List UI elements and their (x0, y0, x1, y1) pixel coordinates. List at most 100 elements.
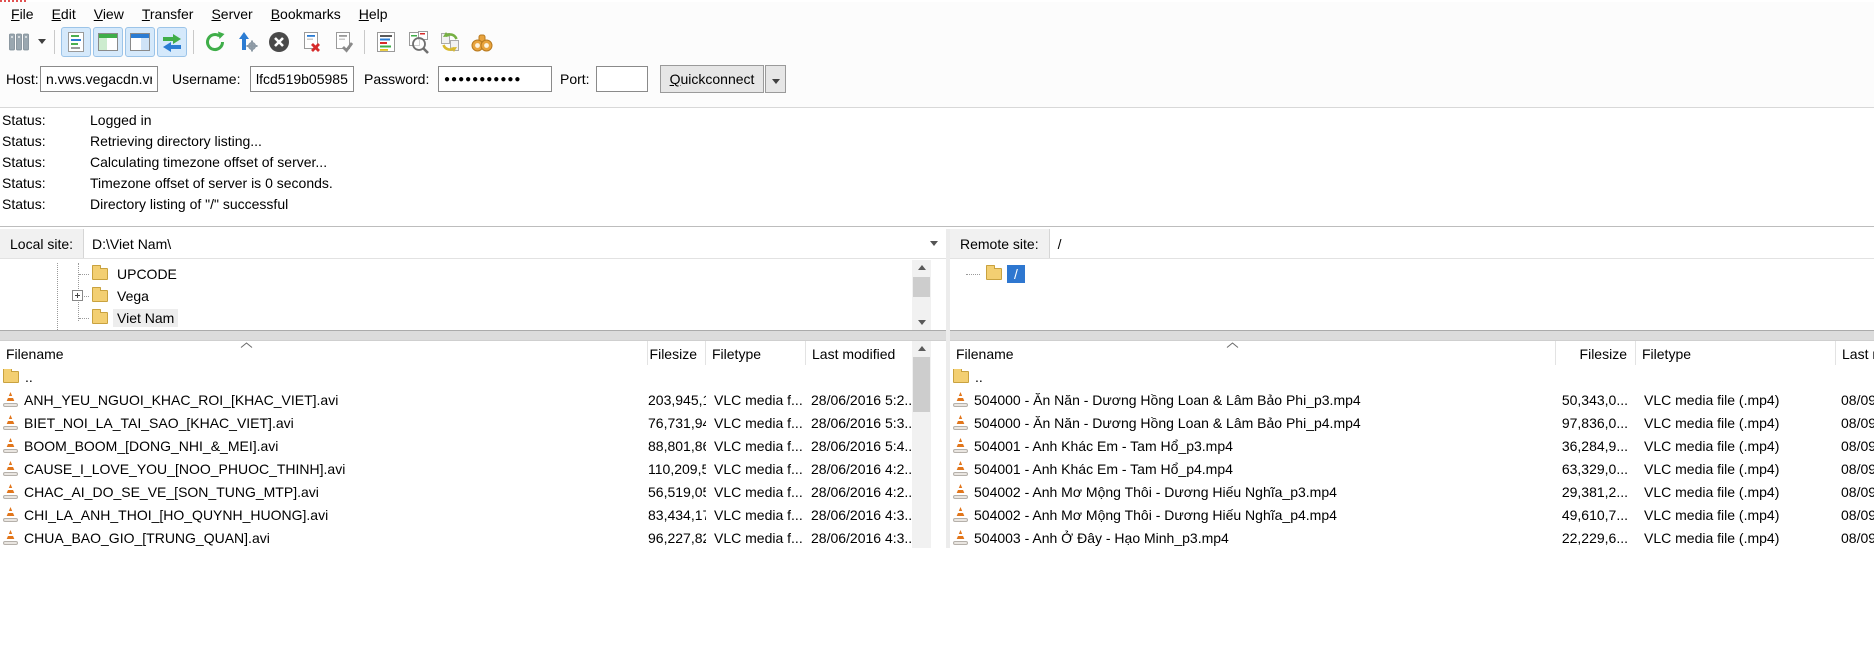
menu-item[interactable]: View (85, 4, 133, 24)
remote-site-bar: Remote site: / (950, 229, 1874, 259)
tree-label[interactable]: / (1007, 265, 1025, 283)
process-queue-button[interactable] (232, 27, 262, 57)
scrollbar-thumb[interactable] (913, 357, 930, 412)
menu-item[interactable]: File (2, 4, 43, 24)
menu-item[interactable]: Help (350, 4, 397, 24)
file-row[interactable]: 504000 - Ăn Năn - Dương Hồng Loan & Lâm … (950, 388, 1874, 411)
directory-listing-filters-button[interactable] (371, 27, 401, 57)
refresh-button[interactable] (200, 27, 230, 57)
column-header-filetype[interactable]: Filetype (1636, 341, 1836, 365)
tree-row[interactable]: UPCODE (0, 263, 946, 285)
file-row[interactable]: 504001 - Anh Khác Em - Tam Hổ_p4.mp4 63,… (950, 457, 1874, 480)
file-row[interactable]: CHUA_BAO_GIO_[TRUNG_QUAN].avi 96,227,822… (0, 526, 946, 548)
scroll-down-icon[interactable] (912, 315, 931, 330)
menu-item[interactable]: Server (202, 4, 261, 24)
file-row[interactable]: 504002 - Anh Mơ Mộng Thôi - Dương Hiếu N… (950, 480, 1874, 503)
status-message: Retrieving directory listing... (90, 131, 262, 152)
file-size: 36,284,9... (1556, 438, 1636, 454)
file-type: VLC media f... (706, 507, 806, 523)
process-queue-icon (235, 30, 259, 54)
disconnect-button[interactable] (296, 27, 326, 57)
vlc-icon (953, 461, 968, 476)
toggle-transfer-queue-button[interactable] (157, 27, 187, 57)
file-row[interactable]: ANH_YEU_NGUOI_KHAC_ROI_[KHAC_VIET].avi 2… (0, 388, 946, 411)
column-header-last-modified[interactable]: Last modified (1836, 341, 1874, 365)
file-size: 29,381,2... (1556, 484, 1636, 500)
file-row[interactable]: .. (0, 365, 946, 388)
username-input[interactable] (250, 66, 354, 92)
password-input[interactable] (438, 66, 552, 92)
quickconnect-bar: Host: Username: Password: Port: Quickcon… (0, 57, 1874, 107)
tree-row[interactable]: Vega (0, 285, 946, 307)
directory-comparison-button[interactable] (403, 27, 433, 57)
scrollbar-thumb[interactable] (913, 277, 930, 297)
expand-plus-icon[interactable] (72, 290, 83, 301)
quickconnect-dropdown[interactable] (765, 65, 786, 93)
find-files-button[interactable] (467, 27, 497, 57)
site-manager-dropdown[interactable] (35, 28, 49, 56)
vlc-icon (3, 484, 18, 499)
file-row[interactable]: CHI_LA_ANH_THOI_[HO_QUYNH_HUONG].avi 83,… (0, 503, 946, 526)
menu-item[interactable]: Edit (43, 4, 85, 24)
file-type: VLC media file (.mp4) (1636, 438, 1836, 454)
file-size: 76,731,944 (648, 415, 706, 431)
host-input[interactable] (40, 66, 158, 92)
scroll-up-icon[interactable] (912, 260, 931, 275)
file-row[interactable]: 504001 - Anh Khác Em - Tam Hổ_p3.mp4 36,… (950, 434, 1874, 457)
remote-tree-icon (128, 30, 152, 54)
local-site-combobox[interactable]: D:\Viet Nam\ (84, 229, 946, 258)
column-header-filename[interactable]: Filename (0, 341, 648, 365)
local-directory-tree[interactable]: UPCODE Vega Viet Nam (0, 260, 946, 330)
vlc-icon (3, 415, 18, 430)
site-manager-button[interactable] (4, 27, 34, 57)
column-header-filesize[interactable]: Filesize (648, 341, 706, 365)
synchronized-browsing-icon (438, 30, 462, 54)
column-header-filename[interactable]: Filename (950, 341, 1556, 365)
column-header-filesize[interactable]: Filesize (1556, 341, 1636, 365)
toggle-local-tree-button[interactable] (93, 27, 123, 57)
file-row[interactable]: 504002 - Anh Mơ Mộng Thôi - Dương Hiếu N… (950, 503, 1874, 526)
local-list-scrollbar[interactable] (912, 341, 931, 548)
tree-label[interactable]: UPCODE (113, 265, 181, 283)
file-type: VLC media file (.mp4) (1636, 415, 1836, 431)
vlc-icon (953, 392, 968, 407)
tree-list-splitter[interactable] (950, 330, 1874, 341)
file-row[interactable]: .. (950, 365, 1874, 388)
scroll-up-icon[interactable] (912, 341, 931, 356)
synchronized-browsing-button[interactable] (435, 27, 465, 57)
cancel-button[interactable] (264, 27, 294, 57)
menu-item[interactable]: Bookmarks (262, 4, 350, 24)
tree-row[interactable]: / (950, 263, 1874, 285)
file-row[interactable]: BIET_NOI_LA_TAI_SAO_[KHAC_VIET].avi 76,7… (0, 411, 946, 434)
status-log-line: Status: Timezone offset of server is 0 s… (0, 173, 1874, 194)
file-row[interactable]: CHAC_AI_DO_SE_VE_[SON_TUNG_MTP].avi 56,5… (0, 480, 946, 503)
file-size: 96,227,822 (648, 530, 706, 546)
chevron-down-icon[interactable] (930, 241, 938, 246)
menu-item[interactable]: Transfer (133, 4, 203, 24)
tree-list-splitter[interactable] (0, 330, 946, 341)
quickconnect-button[interactable]: Quickconnect (660, 65, 764, 93)
tree-label[interactable]: Viet Nam (113, 309, 178, 327)
file-row[interactable]: 504003 - Anh Ở Đây - Hạo Minh_p3.mp4 22,… (950, 526, 1874, 548)
binoculars-icon (470, 30, 494, 54)
username-label: Username: (172, 66, 240, 92)
tree-row[interactable]: Viet Nam (0, 307, 946, 329)
remote-site-combobox[interactable]: / (1050, 229, 1874, 258)
tree-label[interactable]: Vega (113, 287, 153, 305)
vlc-icon (3, 530, 18, 545)
remote-directory-tree[interactable]: / (950, 260, 1874, 330)
reconnect-button[interactable] (328, 27, 358, 57)
vlc-icon (953, 507, 968, 522)
file-row[interactable]: BOOM_BOOM_[DONG_NHI_&_MEI].avi 88,801,86… (0, 434, 946, 457)
file-size: 110,209,570 (648, 461, 706, 477)
file-name: CAUSE_I_LOVE_YOU_[NOO_PHUOC_THINH].avi (24, 461, 345, 477)
file-row[interactable]: 504000 - Ăn Năn - Dương Hồng Loan & Lâm … (950, 411, 1874, 434)
file-name: CHUA_BAO_GIO_[TRUNG_QUAN].avi (24, 530, 270, 546)
port-input[interactable] (596, 66, 648, 92)
file-row[interactable]: CAUSE_I_LOVE_YOU_[NOO_PHUOC_THINH].avi 1… (0, 457, 946, 480)
file-name: 504000 - Ăn Năn - Dương Hồng Loan & Lâm … (974, 392, 1361, 408)
local-tree-scrollbar[interactable] (912, 260, 931, 330)
toggle-remote-tree-button[interactable] (125, 27, 155, 57)
column-header-filetype[interactable]: Filetype (706, 341, 806, 365)
toggle-message-log-button[interactable] (61, 27, 91, 57)
